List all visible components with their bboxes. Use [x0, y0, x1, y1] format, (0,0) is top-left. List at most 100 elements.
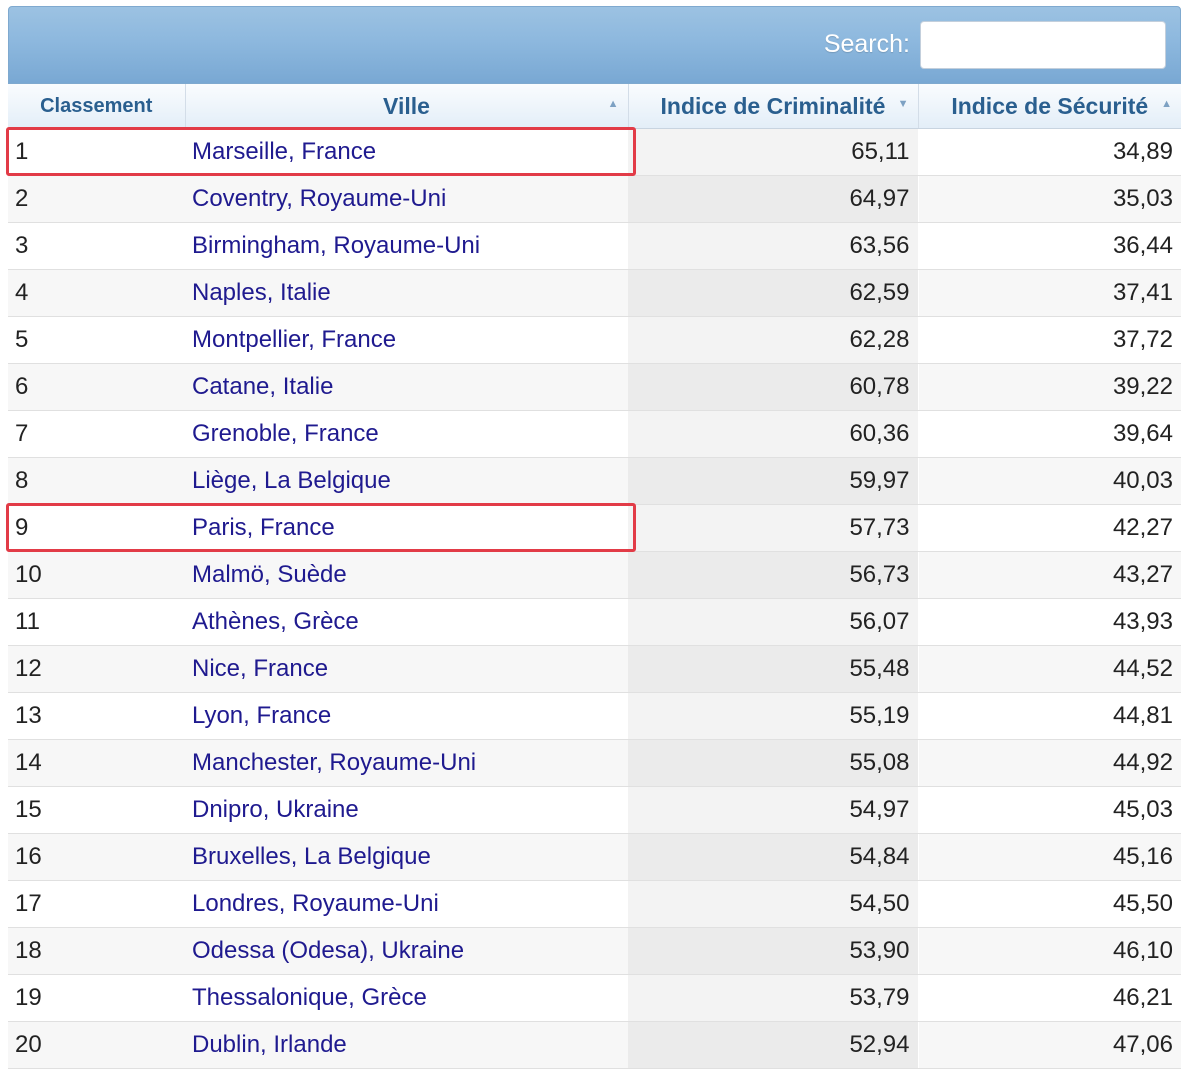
table-row: 16 Bruxelles, La Belgique 54,84 45,16: [8, 833, 1181, 881]
crime-index-cell: 56,07: [628, 598, 918, 646]
crime-index-cell: 60,36: [628, 410, 918, 458]
column-header-safety-index[interactable]: Indice de Sécurité ▲: [918, 84, 1181, 129]
table-row: 9 Paris, France 57,73 42,27: [8, 504, 1181, 552]
city-link[interactable]: Montpellier, France: [185, 316, 628, 364]
crime-index-cell: 63,56: [628, 222, 918, 270]
city-link[interactable]: Manchester, Royaume-Uni: [185, 739, 628, 787]
crime-index-cell: 62,28: [628, 316, 918, 364]
crime-index-cell: 56,73: [628, 551, 918, 599]
rank-cell: 16: [8, 833, 185, 881]
rank-cell: 7: [8, 410, 185, 458]
table-row: 5 Montpellier, France 62,28 37,72: [8, 316, 1181, 364]
city-link[interactable]: Athènes, Grèce: [185, 598, 628, 646]
table-toolbar: Search:: [8, 6, 1181, 84]
crime-index-cell: 54,84: [628, 833, 918, 881]
crime-index-cell: 57,73: [628, 504, 918, 552]
table-row: 10 Malmö, Suède 56,73 43,27: [8, 551, 1181, 599]
city-link[interactable]: Grenoble, France: [185, 410, 628, 458]
safety-index-cell: 36,44: [917, 222, 1181, 270]
sort-ascending-icon: ▲: [607, 98, 619, 110]
safety-index-cell: 43,93: [917, 598, 1181, 646]
city-link[interactable]: Londres, Royaume-Uni: [185, 880, 628, 928]
safety-index-cell: 37,41: [917, 269, 1181, 317]
city-link[interactable]: Nice, France: [185, 645, 628, 693]
rank-cell: 2: [8, 175, 185, 223]
table-row: 13 Lyon, France 55,19 44,81: [8, 692, 1181, 740]
column-header-city[interactable]: Ville ▲: [185, 84, 629, 129]
table-row: 2 Coventry, Royaume-Uni 64,97 35,03: [8, 175, 1181, 223]
safety-index-cell: 37,72: [917, 316, 1181, 364]
column-header-rank[interactable]: Classement: [8, 84, 186, 129]
safety-index-cell: 47,06: [917, 1021, 1181, 1069]
sort-ascending-icon: ▲: [1161, 98, 1172, 110]
crime-index-cell: 64,97: [628, 175, 918, 223]
city-link[interactable]: Dublin, Irlande: [185, 1021, 628, 1069]
rank-cell: 14: [8, 739, 185, 787]
rank-cell: 12: [8, 645, 185, 693]
table-row: 3 Birmingham, Royaume-Uni 63,56 36,44: [8, 222, 1181, 270]
city-link[interactable]: Paris, France: [185, 504, 628, 552]
rank-cell: 15: [8, 786, 185, 834]
table-row: 12 Nice, France 55,48 44,52: [8, 645, 1181, 693]
crime-index-cell: 59,97: [628, 457, 918, 505]
crime-index-cell: 55,19: [628, 692, 918, 740]
rank-cell: 11: [8, 598, 185, 646]
rank-cell: 10: [8, 551, 185, 599]
rank-cell: 8: [8, 457, 185, 505]
table-row: 4 Naples, Italie 62,59 37,41: [8, 269, 1181, 317]
crime-index-cell: 62,59: [628, 269, 918, 317]
city-link[interactable]: Liège, La Belgique: [185, 457, 628, 505]
safety-index-cell: 43,27: [917, 551, 1181, 599]
rank-cell: 5: [8, 316, 185, 364]
city-link[interactable]: Malmö, Suède: [185, 551, 628, 599]
safety-index-cell: 44,81: [917, 692, 1181, 740]
crime-index-cell: 54,97: [628, 786, 918, 834]
sort-descending-icon: ▼: [897, 98, 909, 110]
crime-index-cell: 52,94: [628, 1021, 918, 1069]
search-input[interactable]: [920, 21, 1166, 69]
rank-cell: 17: [8, 880, 185, 928]
rank-cell: 4: [8, 269, 185, 317]
safety-index-cell: 45,50: [917, 880, 1181, 928]
table-row: 7 Grenoble, France 60,36 39,64: [8, 410, 1181, 458]
safety-index-cell: 46,10: [917, 927, 1181, 975]
city-link[interactable]: Birmingham, Royaume-Uni: [185, 222, 628, 270]
table-row: 15 Dnipro, Ukraine 54,97 45,03: [8, 786, 1181, 834]
rank-cell: 3: [8, 222, 185, 270]
city-link[interactable]: Coventry, Royaume-Uni: [185, 175, 628, 223]
city-link[interactable]: Naples, Italie: [185, 269, 628, 317]
safety-index-cell: 40,03: [917, 457, 1181, 505]
table-row: 14 Manchester, Royaume-Uni 55,08 44,92: [8, 739, 1181, 787]
rank-cell: 1: [8, 128, 185, 176]
crime-index-cell: 53,90: [628, 927, 918, 975]
table-row: 17 Londres, Royaume-Uni 54,50 45,50: [8, 880, 1181, 928]
safety-index-cell: 45,03: [917, 786, 1181, 834]
column-header-crime-index[interactable]: Indice de Criminalité ▼: [628, 84, 919, 129]
rank-cell: 20: [8, 1021, 185, 1069]
city-link[interactable]: Bruxelles, La Belgique: [185, 833, 628, 881]
city-link[interactable]: Marseille, France: [185, 128, 628, 176]
rank-cell: 13: [8, 692, 185, 740]
header-row: Classement Ville ▲ Indice de Criminalité ▼…: [8, 84, 1181, 129]
city-link[interactable]: Catane, Italie: [185, 363, 628, 411]
table-row: 6 Catane, Italie 60,78 39,22: [8, 363, 1181, 411]
safety-index-cell: 42,27: [917, 504, 1181, 552]
safety-index-cell: 34,89: [917, 128, 1181, 176]
table-row: 20 Dublin, Irlande 52,94 47,06: [8, 1021, 1181, 1069]
search-label: Search:: [823, 30, 910, 58]
city-link[interactable]: Dnipro, Ukraine: [185, 786, 628, 834]
safety-index-cell: 39,64: [917, 410, 1181, 458]
table-body: 1 Marseille, France 65,11 34,89 2 Coventry, R…: [8, 128, 1181, 1069]
crime-index-cell: 60,78: [628, 363, 918, 411]
rank-cell: 6: [8, 363, 185, 411]
city-link[interactable]: Odessa (Odesa), Ukraine: [185, 927, 628, 975]
city-link[interactable]: Lyon, France: [185, 692, 628, 740]
city-link[interactable]: Thessalonique, Grèce: [185, 974, 628, 1022]
crime-index-cell: 54,50: [628, 880, 918, 928]
safety-index-cell: 44,92: [917, 739, 1181, 787]
table-row: 18 Odessa (Odesa), Ukraine 53,90 46,10: [8, 927, 1181, 975]
safety-index-cell: 44,52: [917, 645, 1181, 693]
table-row: 8 Liège, La Belgique 59,97 40,03: [8, 457, 1181, 505]
safety-index-cell: 45,16: [917, 833, 1181, 881]
safety-index-cell: 35,03: [917, 175, 1181, 223]
